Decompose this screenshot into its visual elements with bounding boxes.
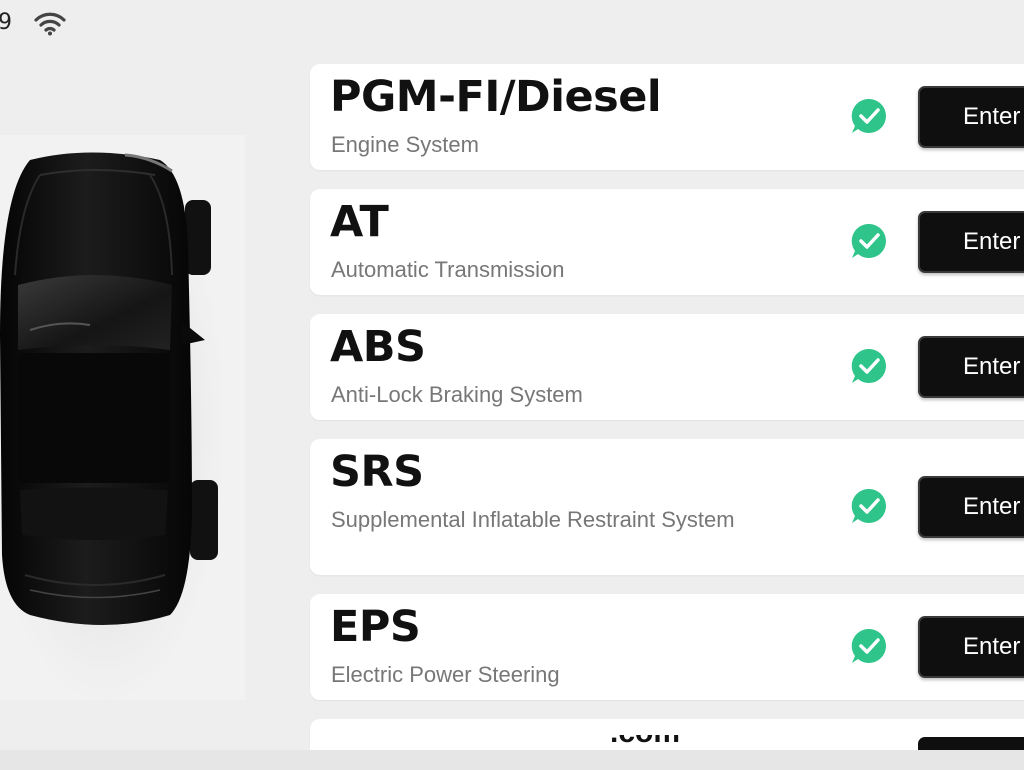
bottom-edge (0, 750, 1024, 770)
check-icon (850, 347, 888, 385)
system-card-pgm-fi[interactable]: PGM-FI/Diesel Engine System Enter (310, 64, 1024, 170)
enter-button-pgm-fi[interactable]: Enter (918, 86, 1024, 148)
enter-button-eps[interactable]: Enter (918, 616, 1024, 678)
enter-button-abs[interactable]: Enter (918, 336, 1024, 398)
enter-button-srs[interactable]: Enter (918, 476, 1024, 538)
check-icon (850, 97, 888, 135)
wifi-icon (34, 12, 66, 36)
system-subtitle: Engine System (331, 132, 479, 157)
system-title: PGM-FI/Diesel (330, 72, 662, 122)
system-card-srs[interactable]: SRS Supplemental Inflatable Restraint Sy… (310, 439, 1024, 575)
system-subtitle: Supplemental Inflatable Restraint System (331, 507, 735, 532)
system-subtitle: Anti-Lock Braking System (331, 382, 583, 407)
system-card-abs[interactable]: ABS Anti-Lock Braking System Enter (310, 314, 1024, 420)
system-subtitle: Electric Power Steering (331, 662, 560, 687)
status-time: 9 (0, 10, 12, 35)
check-icon (850, 487, 888, 525)
system-title: SRS (330, 447, 424, 497)
vehicle-image (0, 135, 245, 700)
system-title: AT (330, 197, 389, 247)
status-bar: 9 (0, 0, 300, 50)
system-card-eps[interactable]: EPS Electric Power Steering Enter (310, 594, 1024, 700)
system-title: EPS (330, 602, 421, 652)
system-subtitle: Automatic Transmission (331, 257, 565, 282)
system-list: PGM-FI/Diesel Engine System Enter AT Aut… (310, 0, 1024, 770)
enter-button-partial[interactable] (918, 737, 1024, 751)
check-icon (850, 627, 888, 665)
system-card-at[interactable]: AT Automatic Transmission Enter (310, 189, 1024, 295)
check-icon (850, 222, 888, 260)
enter-button-at[interactable]: Enter (918, 211, 1024, 273)
system-title: ABS (330, 322, 426, 372)
